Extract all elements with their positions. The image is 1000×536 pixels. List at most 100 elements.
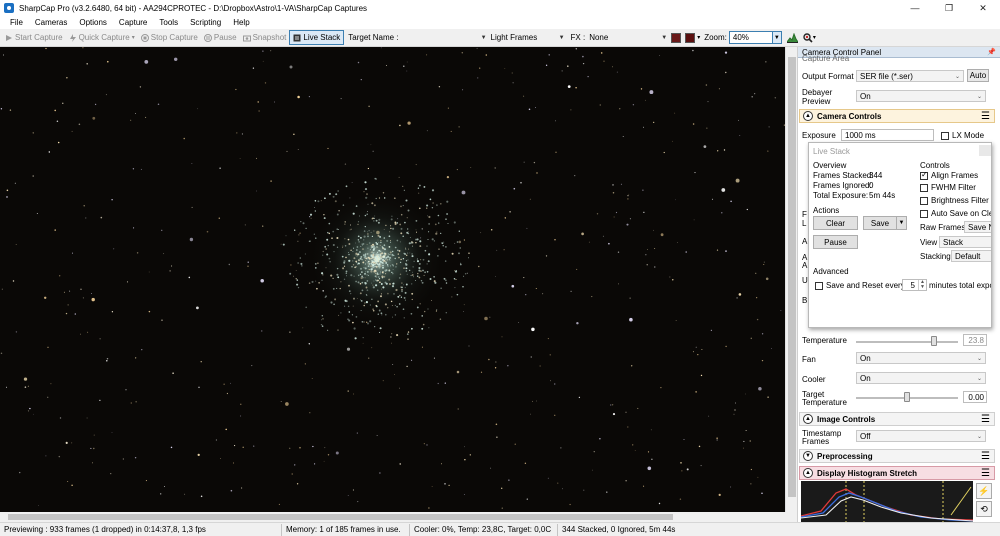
preprocessing-section[interactable]: ▼ Preprocessing ☰	[799, 449, 995, 463]
image-viewport[interactable]	[0, 47, 785, 512]
menu-tools[interactable]: Tools	[153, 18, 184, 27]
image-controls-section[interactable]: ▲ Image Controls ☰	[799, 412, 995, 426]
pin-icon[interactable]: 📌	[987, 47, 1000, 57]
hamburger-menu-icon[interactable]: ☰	[981, 468, 990, 479]
target-temperature-slider-thumb[interactable]	[904, 392, 910, 402]
fan-select[interactable]: On ⌄	[856, 352, 986, 364]
histogram-stretch-section[interactable]: ▲ Display Histogram Stretch ☰	[799, 466, 995, 480]
hamburger-menu-icon[interactable]: ☰	[981, 414, 990, 425]
cluster-star	[316, 287, 318, 290]
cluster-star	[389, 259, 391, 261]
color-swatch-2[interactable]	[685, 32, 696, 43]
histogram-display[interactable]	[801, 481, 973, 522]
vertical-scrollbar[interactable]	[785, 47, 797, 512]
star	[219, 167, 221, 169]
scrollbar-thumb[interactable]	[8, 514, 673, 520]
align-frames-checkbox[interactable]: Align Frames	[920, 170, 978, 180]
menu-capture[interactable]: Capture	[113, 18, 153, 27]
horizontal-scrollbar[interactable]	[0, 512, 797, 522]
minimize-button[interactable]: —	[898, 0, 932, 16]
fx-combo[interactable]: None ▼	[587, 31, 670, 44]
save-reset-checkbox[interactable]: Save and Reset every	[815, 281, 905, 290]
chevron-down-icon[interactable]: ▾	[813, 34, 816, 41]
star	[750, 337, 753, 340]
menu-options[interactable]: Options	[73, 18, 113, 27]
star	[86, 417, 88, 419]
auto-save-checkbox[interactable]: Auto Save on Clea	[920, 209, 991, 218]
debayer-preview-select[interactable]: On ⌄	[856, 90, 986, 102]
live-stack-button[interactable]: Live Stack	[289, 30, 345, 45]
snapshot-button[interactable]: Snapshot	[240, 33, 290, 42]
lx-mode-checkbox[interactable]: LX Mode	[941, 131, 984, 140]
cluster-star	[428, 231, 430, 233]
stop-capture-button[interactable]: Stop Capture	[138, 33, 201, 42]
star	[570, 290, 572, 293]
chevron-down-icon[interactable]: ▼	[771, 32, 781, 43]
chevron-down-icon[interactable]: ▾	[132, 34, 135, 41]
frame-type-combo[interactable]: Light Frames ▼	[488, 31, 567, 44]
histogram-icon[interactable]	[786, 32, 798, 43]
scrollbar-thumb[interactable]	[788, 57, 796, 497]
save-button[interactable]: Save	[863, 216, 897, 230]
star	[567, 85, 571, 88]
close-button[interactable]: ✕	[966, 0, 1000, 16]
zoom-magnifier-icon[interactable]	[803, 32, 813, 43]
menu-file[interactable]: File	[4, 18, 29, 27]
target-temperature-input[interactable]: 0.00	[963, 391, 987, 403]
raw-frames-select[interactable]: Save No	[964, 221, 991, 233]
star	[407, 121, 411, 125]
menu-cameras[interactable]: Cameras	[29, 18, 73, 27]
star	[735, 402, 736, 404]
save-dropdown-icon[interactable]: ▼	[896, 216, 907, 230]
color-swatch-1[interactable]	[671, 32, 682, 43]
temperature-slider-track[interactable]	[856, 341, 958, 343]
cluster-star	[292, 275, 294, 277]
spinner-arrows-icon[interactable]: ▲ ▼	[918, 280, 926, 290]
auto-button[interactable]: Auto	[967, 69, 989, 82]
maximize-button[interactable]: ❐	[932, 0, 966, 16]
star	[391, 342, 392, 344]
cluster-star	[336, 228, 338, 230]
reset-icon[interactable]: ⟲	[976, 501, 992, 517]
close-icon[interactable]	[979, 145, 991, 156]
brightness-filter-checkbox[interactable]: Brightness Filter	[920, 196, 989, 205]
stacking-select[interactable]: Default	[951, 250, 991, 262]
save-reset-minutes-input[interactable]: 5 ▲ ▼	[902, 279, 927, 291]
quick-capture-button[interactable]: Quick Capture ▾	[66, 33, 138, 42]
exposure-input[interactable]: 1000 ms	[841, 129, 934, 141]
cluster-star	[362, 242, 365, 245]
cluster-star	[376, 274, 378, 276]
cluster-star	[364, 188, 368, 191]
star	[596, 213, 599, 215]
cooler-select[interactable]: On ⌄	[856, 372, 986, 384]
auto-stretch-icon[interactable]: ⚡	[976, 483, 992, 499]
start-capture-button[interactable]: Start Capture	[2, 33, 66, 42]
cluster-star	[445, 218, 447, 220]
cluster-star	[363, 239, 365, 241]
temperature-slider-thumb[interactable]	[931, 336, 937, 346]
hamburger-menu-icon[interactable]: ☰	[981, 451, 990, 462]
cluster-star	[337, 329, 339, 331]
hamburger-menu-icon[interactable]: ☰	[981, 111, 990, 122]
menu-help[interactable]: Help	[227, 18, 255, 27]
camera-controls-section[interactable]: ▲ Camera Controls ☰	[799, 109, 995, 123]
cluster-star	[402, 258, 405, 260]
clear-button[interactable]: Clear	[813, 216, 858, 230]
view-select[interactable]: Stack	[939, 236, 991, 248]
star	[225, 428, 227, 431]
zoom-combo[interactable]: 40% ▼	[728, 31, 782, 44]
star	[695, 391, 697, 393]
cluster-star	[394, 314, 397, 316]
fwhm-filter-checkbox[interactable]: FWHM Filter	[920, 183, 976, 192]
pause-stack-button[interactable]: Pause	[813, 235, 858, 249]
cluster-star	[391, 215, 393, 217]
target-name-combo[interactable]: ▼	[400, 31, 489, 44]
star	[163, 253, 165, 255]
cluster-star	[360, 309, 362, 311]
star	[0, 108, 3, 110]
cluster-star	[392, 265, 394, 267]
menu-scripting[interactable]: Scripting	[184, 18, 227, 27]
timestamp-frames-select[interactable]: Off ⌄	[856, 430, 986, 442]
pause-button[interactable]: Pause	[201, 33, 240, 42]
output-format-select[interactable]: SER file (*.ser) ⌄	[856, 70, 964, 82]
